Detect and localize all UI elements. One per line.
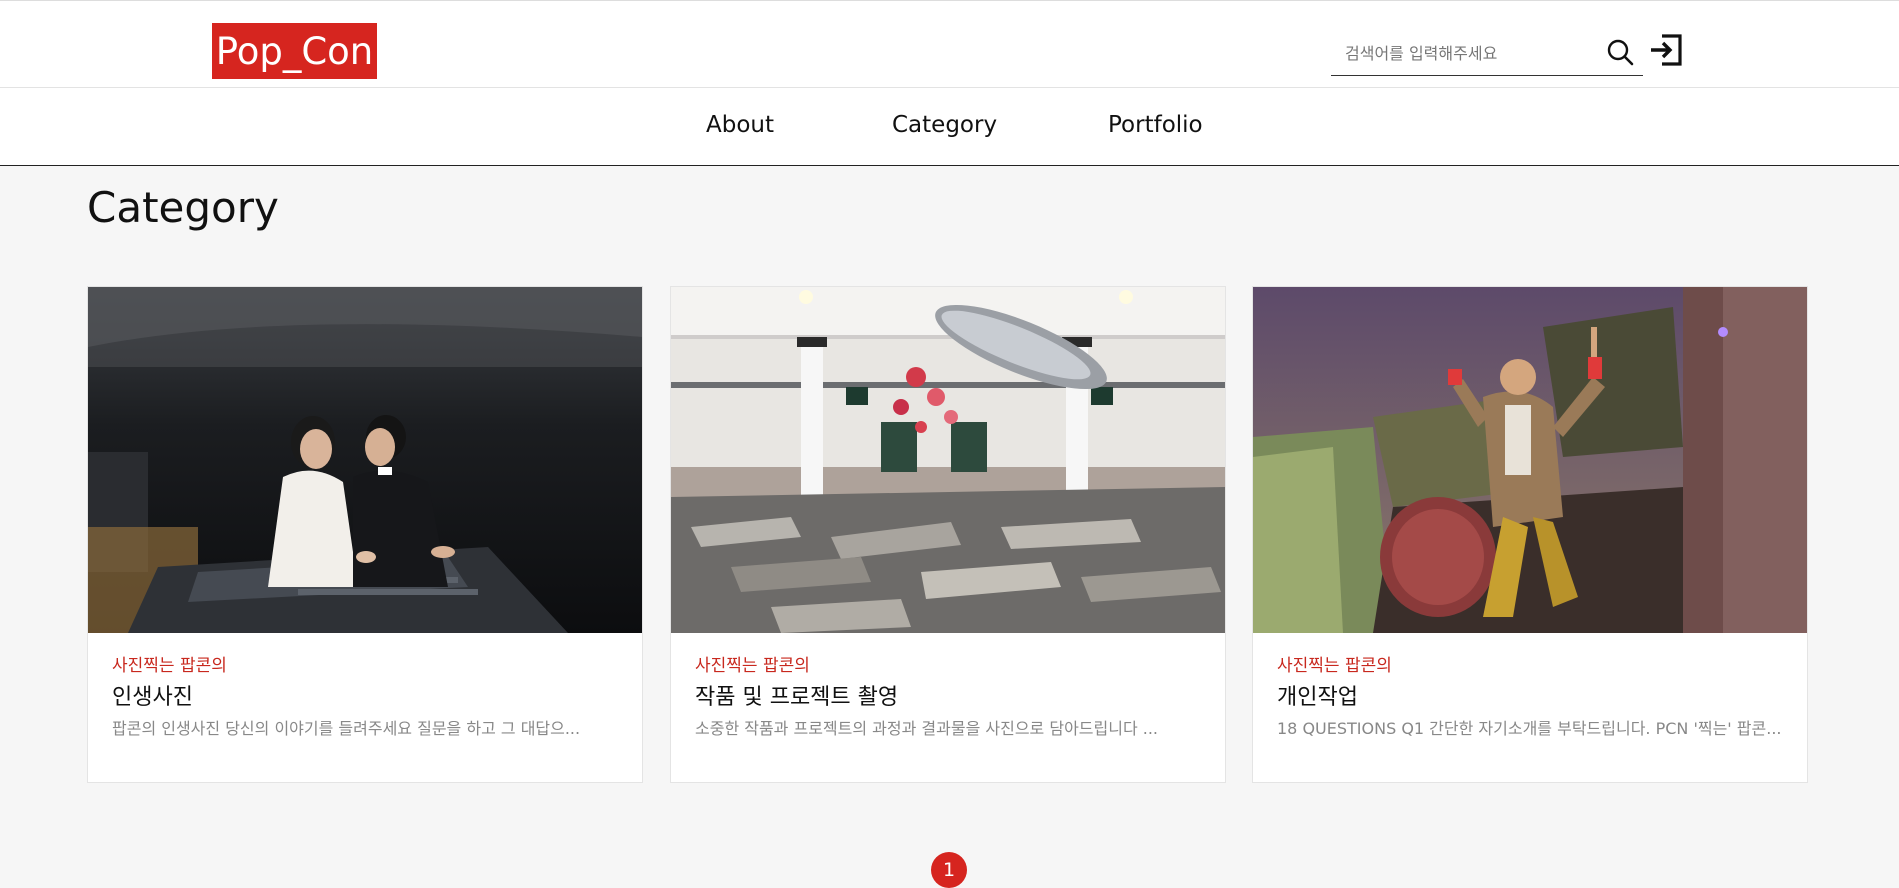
- card-tag: 사진찍는 팝콘의: [695, 656, 810, 676]
- pagination-page-button[interactable]: 1: [931, 852, 967, 888]
- card-title[interactable]: 작품 및 프로젝트 촬영: [695, 679, 898, 711]
- card-image[interactable]: [1253, 287, 1807, 633]
- nav-item-portfolio[interactable]: Portfolio: [1108, 112, 1203, 138]
- category-card-portrait[interactable]: 사진찍는 팝콘의 인생사진 팝콘의 인생사진 당신의 이야기를 들려주세요 질문…: [87, 286, 643, 783]
- main-nav: About Category Portfolio: [0, 88, 1899, 166]
- card-image[interactable]: [88, 287, 642, 633]
- card-image[interactable]: [671, 287, 1225, 633]
- top-header: Pop_Con: [0, 0, 1899, 88]
- search-input[interactable]: [1343, 35, 1597, 71]
- nav-item-about[interactable]: About: [706, 112, 774, 138]
- nav-item-category[interactable]: Category: [892, 112, 997, 138]
- card-tag: 사진찍는 팝콘의: [1277, 656, 1392, 676]
- search-bar: [1331, 35, 1643, 76]
- card-title[interactable]: 인생사진: [112, 679, 193, 711]
- category-card-project[interactable]: 사진찍는 팝콘의 작품 및 프로젝트 촬영 소중한 작품과 프로젝트의 과정과 …: [670, 286, 1226, 783]
- card-description: 18 QUESTIONS Q1 간단한 자기소개를 부탁드립니다. PCN '찍…: [1277, 719, 1782, 738]
- card-description: 소중한 작품과 프로젝트의 과정과 결과물을 사진으로 담아드립니다 ...: [695, 719, 1159, 738]
- card-description: 팝콘의 인생사진 당신의 이야기를 들려주세요 질문을 하고 그 대답으...: [112, 719, 581, 738]
- site-logo[interactable]: Pop_Con: [212, 23, 377, 79]
- card-title[interactable]: 개인작업: [1277, 679, 1358, 711]
- category-card-personal[interactable]: 사진찍는 팝콘의 개인작업 18 QUESTIONS Q1 간단한 자기소개를 …: [1252, 286, 1808, 783]
- card-tag: 사진찍는 팝콘의: [112, 656, 227, 676]
- page-title: Category: [87, 183, 279, 232]
- search-icon[interactable]: [1605, 37, 1637, 69]
- login-icon[interactable]: [1649, 33, 1683, 67]
